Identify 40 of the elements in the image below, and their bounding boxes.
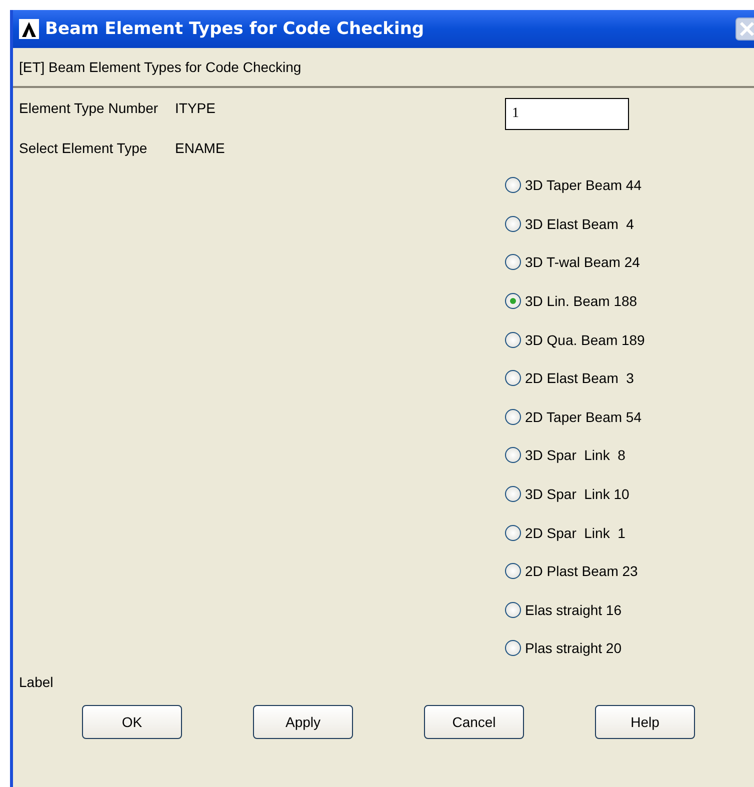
close-icon[interactable] [735,17,754,41]
radio-button[interactable] [505,370,521,386]
input-field[interactable]: 1 [505,98,629,130]
option-label[interactable]: 2D Plast Beam 23 [525,563,638,580]
option-label[interactable]: 2D Spar Link 1 [525,524,626,541]
option-label[interactable]: 2D Elast Beam 3 [525,370,634,386]
dialog-button[interactable]: OK [82,704,182,739]
label-text: Label [19,674,54,690]
option-label[interactable]: 3D Lin. Beam 188 [525,293,638,310]
radio-button[interactable] [505,332,521,348]
field-label: Element Type Number [19,100,160,116]
option-label[interactable]: 3D Elast Beam 4 [525,216,634,232]
radio-button[interactable] [505,177,521,194]
option-label[interactable]: 2D Taper Beam 54 [525,408,642,425]
radio-button[interactable] [505,563,521,580]
window-title: Beam Element Types for Code Checking [45,19,424,39]
option-label[interactable]: 3D Spar Link 10 [525,486,630,502]
logo-icon [19,19,39,39]
dialog-header: [ET] Beam Element Types for Code Checking [19,59,302,75]
dialog-button[interactable]: Help [595,704,695,739]
radio-button[interactable] [505,447,521,464]
parameter-name: ENAME [175,140,225,156]
radio-button[interactable] [505,216,521,232]
field-label: Select Element Type [19,140,148,156]
radio-button[interactable] [505,524,521,541]
option-label[interactable]: 3D T-wal Beam 24 [525,254,640,270]
option-label[interactable]: Plas straight 20 [525,640,622,656]
option-label[interactable]: 3D Spar Link 8 [525,447,626,464]
radio-button[interactable] [505,640,521,656]
option-label[interactable]: 3D Qua. Beam 189 [525,332,645,348]
option-label[interactable]: 3D Taper Beam 44 [525,177,642,194]
radio-button[interactable] [505,602,521,618]
radio-button[interactable] [505,254,521,270]
radio-button[interactable] [505,293,521,310]
option-label[interactable]: Elas straight 16 [525,602,622,618]
dialog-button[interactable]: Cancel [424,704,524,739]
radio-button[interactable] [505,408,521,425]
radio-button[interactable] [505,486,521,502]
parameter-name: ITYPE [175,100,216,116]
dialog-button[interactable]: Apply [253,704,353,739]
